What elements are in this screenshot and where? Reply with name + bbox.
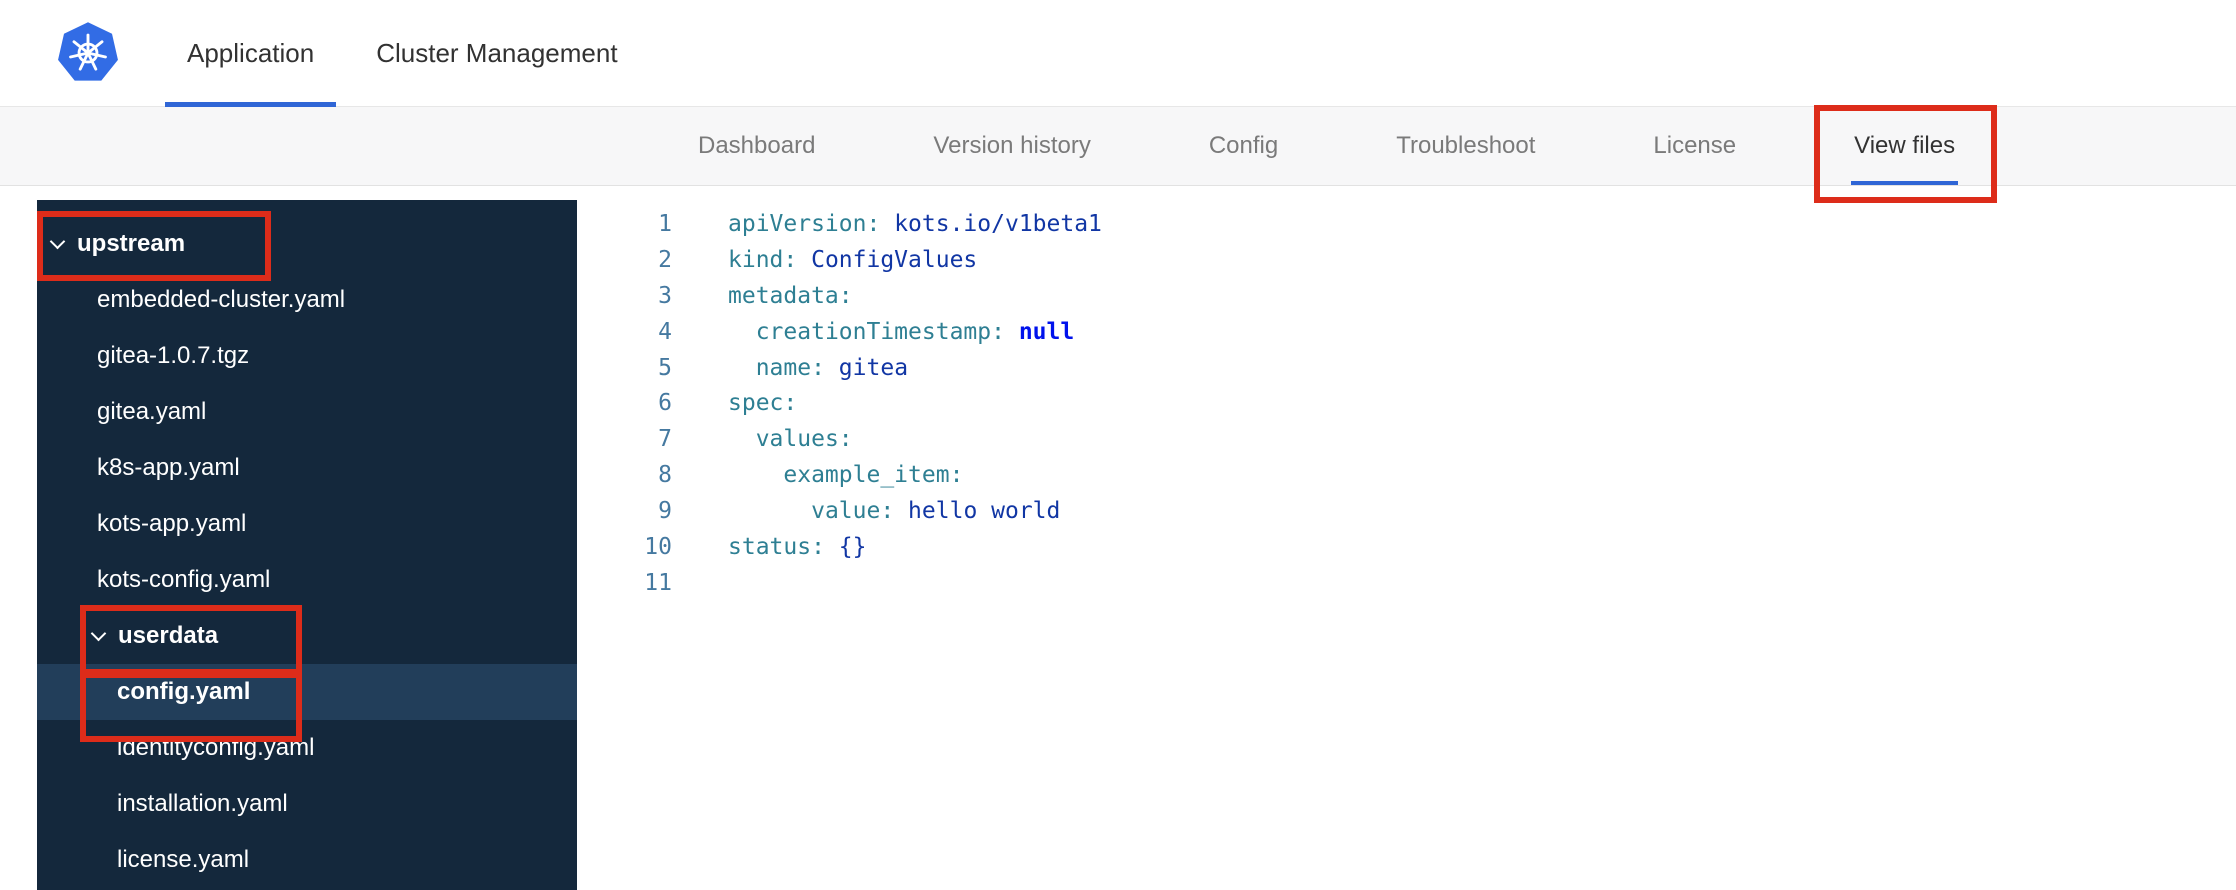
tree-item-label: kots-app.yaml (97, 510, 247, 537)
line-number: 6 (658, 390, 672, 417)
tree-item-label: identityconfig.yaml (117, 734, 315, 761)
code-text: metadata: (728, 282, 853, 309)
tab-label: Troubleshoot (1396, 132, 1536, 159)
code-line: 11 (577, 565, 2236, 601)
tab-label: View files (1854, 132, 1956, 159)
line-number: 7 (658, 426, 672, 453)
header-tabs: Application Cluster Management (165, 0, 658, 107)
chevron-down-icon (49, 233, 66, 249)
code-line: 2 kind: ConfigValues (577, 242, 2236, 278)
header-tab-application[interactable]: Application (165, 0, 337, 107)
line-number: 5 (658, 354, 672, 381)
tab-label: Dashboard (698, 132, 816, 159)
tree-item-label: gitea.yaml (97, 398, 207, 425)
tab-label: License (1653, 132, 1737, 159)
file-gitea-1-0-7-tgz[interactable]: gitea-1.0.7.tgz (37, 328, 577, 384)
line-number: 9 (658, 498, 672, 525)
tab-dashboard[interactable]: Dashboard (698, 107, 815, 185)
active-tab-underline (1851, 181, 1959, 185)
file-config-yaml[interactable]: config.yaml (37, 664, 577, 742)
code-line: 10 status: {} (577, 529, 2236, 565)
code-lines: 1 apiVersion: kots.io/v1beta1 2 kind: Confi… (577, 206, 2236, 601)
code-line: 5 name: gitea (577, 350, 2236, 386)
code-text: name: gitea (755, 354, 909, 381)
folder-upstream[interactable]: upstream (37, 211, 577, 281)
line-number: 2 (658, 246, 672, 273)
subnav-tabs: Dashboard Version history Config Troublesho… (698, 105, 1998, 203)
code-line: 6 spec: (577, 385, 2236, 421)
code-text: spec: (728, 390, 798, 417)
tab-view-files[interactable]: View files (1814, 105, 1998, 203)
file-editor[interactable]: 1 apiVersion: kots.io/v1beta1 2 kind: Confi… (577, 200, 2236, 890)
tree-item-label: upstream (77, 230, 186, 257)
line-number: 10 (644, 533, 672, 560)
tab-label: Version history (933, 132, 1091, 159)
line-number: 11 (644, 569, 672, 596)
code-text: value: hello world (811, 498, 1061, 525)
line-number: 4 (658, 318, 672, 345)
tab-label: Config (1208, 132, 1279, 159)
folder-userdata[interactable]: userdata (37, 605, 577, 675)
tree-item-label: kots-config.yaml (97, 566, 271, 593)
kubernetes-logo-icon[interactable] (56, 21, 120, 85)
tab-license[interactable]: License (1653, 107, 1736, 185)
code-line: 1 apiVersion: kots.io/v1beta1 (577, 206, 2236, 242)
file-k8s-app-yaml[interactable]: k8s-app.yaml (37, 440, 577, 496)
code-line: 7 values: (577, 421, 2236, 457)
tree-item-label: gitea-1.0.7.tgz (97, 342, 250, 369)
code-line: 9 value: hello world (577, 493, 2236, 529)
tree-item-label: config.yaml (117, 678, 251, 705)
file-installation-yaml[interactable]: installation.yaml (37, 776, 577, 832)
code-line: 8 example_item: (577, 457, 2236, 493)
tree-item-label: userdata (118, 622, 219, 649)
file-embedded-cluster-yaml[interactable]: embedded-cluster.yaml (37, 272, 577, 328)
header-tab-cluster-management[interactable]: Cluster Management (354, 0, 639, 107)
code-text: apiVersion: kots.io/v1beta1 (728, 210, 1102, 237)
line-number: 8 (658, 462, 672, 489)
file-identityconfig-yaml[interactable]: identityconfig.yaml (37, 720, 577, 776)
chevron-down-icon (90, 625, 107, 641)
file-gitea-yaml[interactable]: gitea.yaml (37, 384, 577, 440)
file-tree: upstream embedded-cluster.yaml gitea-1.0.7… (37, 200, 577, 890)
code-text: kind: ConfigValues (728, 246, 978, 273)
tab-config[interactable]: Config (1209, 107, 1278, 185)
code-text: status: {} (728, 533, 867, 560)
code-line: 4 creationTimestamp: null (577, 314, 2236, 350)
top-header: Application Cluster Management (0, 0, 2236, 107)
code-line: 3 metadata: (577, 278, 2236, 314)
kotsadm-app: Application Cluster Management Dashboard V… (0, 0, 2236, 890)
tree-item-label: embedded-cluster.yaml (97, 286, 346, 313)
file-kots-app-yaml[interactable]: kots-app.yaml (37, 496, 577, 552)
file-license-yaml[interactable]: license.yaml (37, 832, 577, 888)
tree-item-label: license.yaml (117, 846, 250, 873)
tree-item-label: installation.yaml (117, 790, 288, 817)
app-subnav: Dashboard Version history Config Troublesho… (0, 105, 2236, 203)
tab-version-history[interactable]: Version history (933, 107, 1090, 185)
tree-item-label: k8s-app.yaml (97, 454, 240, 481)
line-number: 3 (658, 282, 672, 309)
tab-troubleshoot[interactable]: Troubleshoot (1396, 107, 1535, 185)
line-number: 1 (658, 210, 672, 237)
code-text: values: (755, 426, 853, 453)
file-kots-config-yaml[interactable]: kots-config.yaml (37, 552, 577, 608)
code-text: creationTimestamp: null (755, 318, 1075, 345)
code-text: example_item: (783, 462, 964, 489)
